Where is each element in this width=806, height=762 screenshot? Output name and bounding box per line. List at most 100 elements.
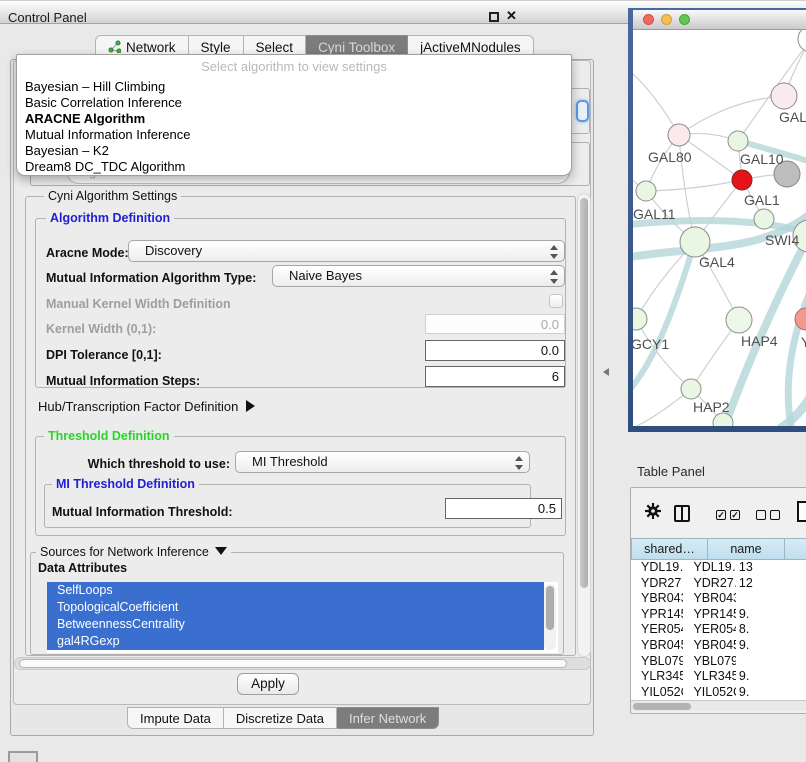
algorithm-option[interactable]: ARACNE Algorithm [17,111,571,127]
table-cell: 9. [736,607,806,623]
network-window-titlebar[interactable] [633,10,806,30]
attribute-list-item[interactable]: SelfLoops [47,582,544,599]
algorithm-option[interactable]: Basic Correlation Inference [17,95,571,111]
new-table-icon[interactable] [797,501,806,522]
table-row[interactable]: YER054CYER054C8. [631,622,806,638]
table-row[interactable]: YBR045CYBR045C9. [631,638,806,654]
attribute-list-item[interactable]: TopologicalCoefficient [47,599,544,616]
column-header[interactable]: shared… [631,538,708,560]
table-cell: YBL079W [683,654,735,670]
tab-impute-data[interactable]: Impute Data [127,707,224,729]
aracne-mode-label: Aracne Mode: [46,246,129,260]
mi-type-combobox[interactable]: Naive Bayes [272,265,565,287]
node-gcy1[interactable] [633,308,647,330]
deselect-all-icon[interactable] [770,510,780,520]
combo-arrows-icon [550,269,558,285]
which-threshold-value: MI Threshold [252,454,328,469]
node-hap2[interactable] [681,379,701,399]
tab-discretize-data[interactable]: Discretize Data [224,707,337,729]
close-icon[interactable]: ✕ [506,8,517,24]
table-row[interactable]: YBR043CYBR043C [631,591,806,607]
kernel-width-field[interactable]: 0.0 [425,314,565,334]
node-gal-cut[interactable] [771,83,797,109]
table-cell: YPR145W [683,607,735,623]
table-cell: YBL079W [631,654,683,670]
focused-combo-edge[interactable] [576,100,589,122]
table-row[interactable]: YPR145WYPR145W9. [631,607,806,623]
close-traffic-light[interactable] [643,14,654,25]
node-gal1[interactable] [732,170,752,190]
node-label: HAP2 [693,399,730,415]
settings-vertical-scrollbar[interactable] [577,193,591,657]
table-row[interactable]: YLR345WYLR345W9. [631,669,806,685]
attribute-list-item[interactable]: gal4RGexp [47,633,544,650]
tab-infer-network[interactable]: Infer Network [337,707,439,729]
settings-horizontal-scrollbar[interactable] [14,657,591,670]
manual-kernel-checkbox[interactable] [549,294,563,308]
node-hap4[interactable] [726,307,752,333]
node-label: Y [801,334,806,350]
node-gal4[interactable] [680,227,710,257]
node-label: GAL [779,109,806,125]
which-threshold-label: Which threshold to use: [60,457,230,471]
algorithm-definition-title: Algorithm Definition [46,211,174,225]
apply-button[interactable]: Apply [237,673,299,695]
table-row[interactable]: YIL052CYIL052C9. [631,685,806,700]
attribute-list-item[interactable]: BetweennessCentrality [47,616,544,633]
node-gal80[interactable] [668,124,690,146]
select-all-checked-icon[interactable]: ✓ [730,510,740,520]
node-gal11[interactable] [636,181,656,201]
dpi-tolerance-field[interactable]: 0.0 [425,340,565,361]
table-row[interactable]: YDL19…YDL19…13 [631,560,806,576]
which-threshold-combobox[interactable]: MI Threshold [235,451,530,473]
gear-icon[interactable] [644,502,662,525]
column-header[interactable]: A [785,538,806,560]
table-cell: 9. [736,669,806,685]
node-swi4[interactable] [754,209,774,229]
attributes-scrollbar[interactable] [544,584,556,650]
scrollbar-thumb[interactable] [19,659,567,668]
table-cell: YDL19… [631,560,683,576]
column-chooser-icon[interactable] [674,505,690,522]
scrollbar-thumb[interactable] [580,198,588,588]
table-cell: YLR345W [683,669,735,685]
network-view-window[interactable]: GAL GAL80 GAL10 GAL1 GAL11 SWI4 GAL4 GCY… [628,8,806,432]
table-cell [736,591,806,607]
aracne-mode-combobox[interactable]: Discovery [128,240,565,262]
scrollbar-thumb[interactable] [546,586,554,630]
table-cell: YER054C [683,622,735,638]
table-horizontal-scrollbar[interactable] [631,700,806,711]
aracne-mode-value: Discovery [145,243,202,258]
kernel-width-label: Kernel Width (0,1): [46,322,156,336]
table-cell: YDL19… [683,560,735,576]
network-canvas[interactable]: GAL GAL80 GAL10 GAL1 GAL11 SWI4 GAL4 GCY… [633,30,806,426]
sources-expander[interactable]: Sources for Network Inference [36,545,231,559]
table-row[interactable]: YBL079WYBL079W [631,654,806,670]
mi-threshold-box-title: MI Threshold Definition [52,477,199,491]
table-cell: YDR27… [631,576,683,592]
table-cell: YDR27… [683,576,735,592]
select-all-checked-icon[interactable]: ✓ [716,510,726,520]
algorithm-option[interactable]: Bayesian – K2 [17,143,571,159]
node-label: GAL11 [633,206,676,222]
algorithm-option[interactable]: Mutual Information Inference [17,127,571,143]
node-cut-topright[interactable] [798,30,806,52]
data-attributes-list[interactable]: SelfLoopsTopologicalCoefficientBetweenne… [47,582,558,653]
split-divider-arrow[interactable] [603,368,609,376]
algorithm-option[interactable]: Dream8 DC_TDC Algorithm [17,159,571,175]
hub-definition-expander[interactable]: Hub/Transcription Factor Definition [38,399,255,414]
zoom-traffic-light[interactable] [679,14,690,25]
hub-definition-label: Hub/Transcription Factor Definition [38,399,238,414]
scrollbar-thumb[interactable] [633,703,691,710]
column-header[interactable]: name [708,538,785,560]
mi-steps-field[interactable]: 6 [425,366,565,387]
mi-threshold-field[interactable]: 0.5 [445,498,562,519]
node-gal10[interactable] [728,131,748,151]
collapsed-panel-button[interactable] [8,751,38,762]
algorithm-option[interactable]: Bayesian – Hill Climbing [17,79,571,95]
float-window-icon[interactable] [489,12,499,22]
table-row[interactable]: YDR27…YDR27…12 [631,576,806,592]
deselect-all-icon[interactable] [756,510,766,520]
table-cell: YLR345W [631,669,683,685]
minimize-traffic-light[interactable] [661,14,672,25]
